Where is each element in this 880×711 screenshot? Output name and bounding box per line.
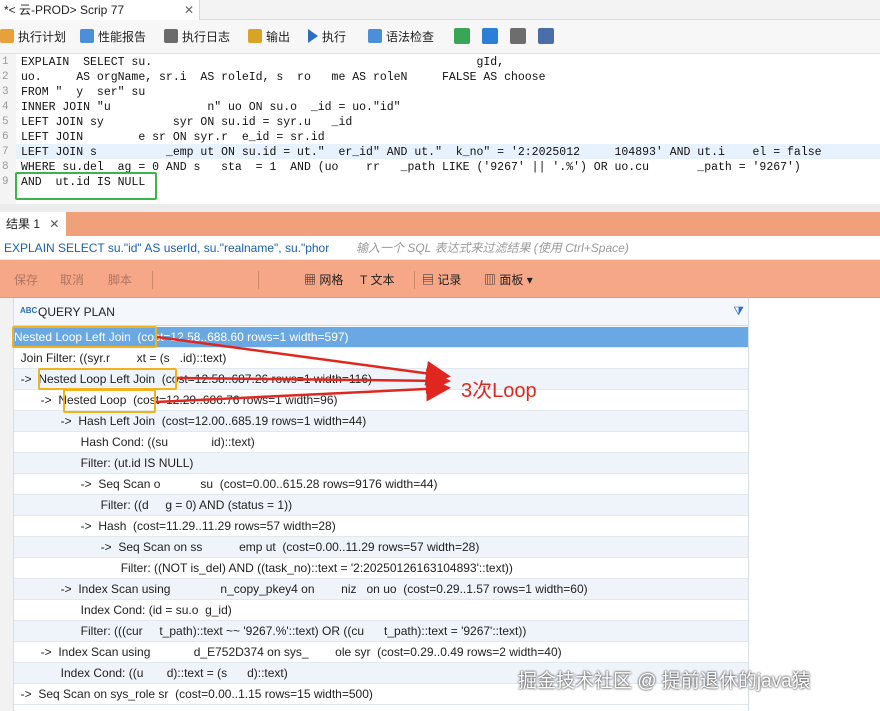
- line-number: 1: [2, 56, 9, 68]
- log-icon: [164, 29, 178, 43]
- table-row[interactable]: -> Index Scan using n_copy_pkey4 on niz …: [14, 579, 748, 600]
- table-row[interactable]: Filter: (((cur t_path)::text ~~ '9267.%'…: [14, 621, 748, 642]
- syntax-check-button[interactable]: 语法检查: [368, 25, 434, 49]
- performance-report-button[interactable]: 性能报告: [80, 25, 146, 49]
- sql-line[interactable]: uo. AS orgName, sr.i AS roleId, s ro me …: [21, 71, 546, 84]
- highlight-box: [15, 172, 157, 200]
- dropdown-icon: ▾: [523, 273, 533, 287]
- editor-toolbar: 执行计划 性能报告 执行日志 输出 执行 语法检查: [0, 20, 880, 54]
- results-toolbar: 保存 取消 脚本 ▦ 网格 T 文本 ▤ 记录 ▥ 面板 ▾: [0, 260, 880, 298]
- table-row[interactable]: Index Cond: (id = su.o g_id): [14, 600, 748, 621]
- execution-log-button[interactable]: 执行日志: [164, 25, 230, 49]
- record-view-button[interactable]: ▤ 记录: [422, 272, 461, 288]
- script-button[interactable]: 脚本: [108, 272, 132, 288]
- highlight-box: [38, 368, 177, 390]
- line-number: 2: [2, 71, 9, 83]
- filter-bar: EXPLAIN SELECT su."id" AS userId, su."re…: [0, 236, 880, 260]
- line-number: 9: [2, 176, 9, 188]
- list-icon[interactable]: [510, 28, 526, 44]
- grid-view-button[interactable]: ▦ 网格: [304, 272, 343, 288]
- line-number: 6: [2, 131, 9, 143]
- output-button[interactable]: 输出: [248, 25, 290, 49]
- table-row[interactable]: Filter: ((d g = 0) AND (status = 1)): [14, 495, 748, 516]
- execution-plan-button[interactable]: 执行计划: [0, 25, 66, 49]
- row-number-column: [0, 298, 14, 711]
- text-view-button[interactable]: T 文本: [360, 272, 394, 288]
- line-number: 3: [2, 86, 9, 98]
- editor-tab-bar: *< 云-PROD> Scrip 77 ✕: [0, 0, 880, 20]
- script-tab-title: *< 云-PROD> Scrip 77: [4, 3, 125, 17]
- execute-button[interactable]: 执行: [308, 25, 346, 49]
- output-icon: [248, 29, 262, 43]
- highlight-box: [63, 389, 156, 413]
- results-tab-bar: 结果 1 ✕: [0, 212, 880, 236]
- format-icon[interactable]: [454, 28, 470, 44]
- sql-line[interactable]: LEFT JOIN sy syr ON su.id = syr.u _id: [21, 116, 352, 129]
- sql-line[interactable]: LEFT JOIN s _emp ut ON su.id = ut." er_i…: [21, 146, 822, 159]
- table-row[interactable]: -> Index Scan using d_E752D374 on sys_ o…: [14, 642, 748, 663]
- divider: [414, 271, 415, 289]
- code-icon[interactable]: [482, 28, 498, 44]
- close-icon[interactable]: ✕: [49, 217, 59, 231]
- edit-icon[interactable]: [538, 28, 554, 44]
- chart-icon: [80, 29, 94, 43]
- line-number: 8: [2, 161, 9, 173]
- divider: [258, 271, 259, 289]
- line-number: 7: [2, 146, 9, 158]
- sql-line[interactable]: INNER JOIN "u n" uo ON su.o _id = uo."id…: [21, 101, 401, 114]
- filter-icon[interactable]: ⧩: [733, 304, 744, 319]
- sql-line[interactable]: FROM " y ser" su: [21, 86, 145, 99]
- table-row[interactable]: -> Hash Left Join (cost=12.00..685.19 ro…: [14, 411, 748, 432]
- close-icon[interactable]: ✕: [184, 0, 194, 20]
- syntax-check-icon: [368, 29, 382, 43]
- result-tab-label: 结果 1: [6, 217, 41, 231]
- plan-icon: [0, 29, 14, 43]
- play-icon: [308, 29, 318, 43]
- cancel-button[interactable]: 取消: [60, 272, 84, 288]
- column-header[interactable]: ABC QUERY PLAN ⧩: [14, 298, 748, 326]
- column-name: QUERY PLAN: [38, 305, 115, 319]
- sql-line[interactable]: LEFT JOIN e sr ON syr.r e_id = sr.id: [21, 131, 325, 144]
- sql-editor[interactable]: 1 2 3 4 5 6 7 8 9 EXPLAIN SELECT su. gId…: [0, 54, 880, 204]
- table-row[interactable]: -> Seq Scan on ss emp ut (cost=0.00..11.…: [14, 537, 748, 558]
- loop-annotation: 3次Loop: [461, 380, 537, 402]
- table-row[interactable]: Hash Cond: ((su id)::text): [14, 432, 748, 453]
- divider: [152, 271, 153, 289]
- table-row[interactable]: -> Hash (cost=11.29..11.29 rows=57 width…: [14, 516, 748, 537]
- text-type-icon: ABC: [20, 306, 38, 315]
- splitter[interactable]: [0, 204, 880, 212]
- panel-button[interactable]: ▥ 面板 ▾: [484, 272, 533, 288]
- table-row[interactable]: Filter: ((NOT is_del) AND ((task_no)::te…: [14, 558, 748, 579]
- text-icon: T: [360, 273, 371, 287]
- watermark: 掘金技术社区 @ 提前退休的java猿: [518, 671, 811, 692]
- grid-border: [748, 298, 749, 711]
- table-row[interactable]: Filter: (ut.id IS NULL): [14, 453, 748, 474]
- script-tab[interactable]: *< 云-PROD> Scrip 77 ✕: [0, 0, 200, 20]
- filter-input[interactable]: 输入一个 SQL 表达式来过滤结果 (使用 Ctrl+Space): [356, 240, 876, 256]
- record-icon: ▤: [422, 273, 438, 287]
- result-grid: ABC QUERY PLAN ⧩ Nested Loop Left Join (…: [0, 298, 880, 711]
- line-number: 4: [2, 101, 9, 113]
- result-tab[interactable]: 结果 1 ✕: [0, 212, 66, 236]
- highlight-box: [12, 326, 157, 348]
- table-row[interactable]: Join Filter: ((syr.r xt = (s .id)::text): [14, 348, 748, 369]
- line-number: 5: [2, 116, 9, 128]
- query-text: EXPLAIN SELECT su."id" AS userId, su."re…: [4, 241, 330, 255]
- table-row[interactable]: -> Seq Scan o su (cost=0.00..615.28 rows…: [14, 474, 748, 495]
- sql-line[interactable]: EXPLAIN SELECT su. gId,: [21, 56, 504, 69]
- grid-icon: ▦: [304, 273, 320, 287]
- panel-icon: ▥: [484, 273, 500, 287]
- save-button[interactable]: 保存: [14, 272, 38, 288]
